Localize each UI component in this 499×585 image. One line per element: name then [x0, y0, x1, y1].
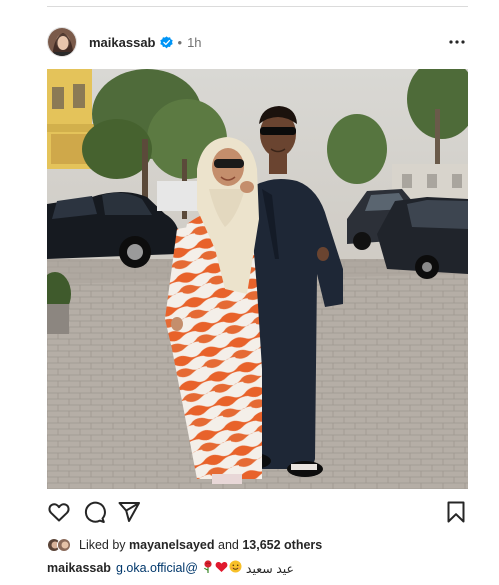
bookmark-icon[interactable]: [444, 500, 468, 524]
post-actions: [47, 500, 468, 524]
liker-avatar: [57, 538, 71, 552]
likes-summary: Liked by mayanelsayed and 13,652 others: [47, 537, 322, 553]
smiling-face-emoji: [229, 560, 242, 576]
caption-mention[interactable]: g.oka.official@: [116, 561, 198, 575]
post-username[interactable]: maikassab: [89, 35, 156, 50]
top-divider: [47, 6, 468, 7]
post-header: maikassab • 1h: [47, 26, 468, 58]
dot-separator: •: [177, 34, 183, 50]
share-icon[interactable]: [117, 500, 141, 524]
liked-by-text[interactable]: Liked by mayanelsayed and 13,652 others: [79, 538, 322, 552]
liked-by-prefix: Liked by: [79, 538, 130, 552]
caption-username[interactable]: maikassab: [47, 561, 111, 575]
more-options-icon[interactable]: [448, 35, 466, 49]
heart-icon[interactable]: [47, 500, 71, 524]
post-caption: maikassab g.oka.official@ عيد سعيد: [47, 560, 294, 576]
liker-avatars: [47, 538, 73, 552]
first-liker-username[interactable]: mayanelsayed: [129, 538, 214, 552]
verified-badge-icon: [159, 35, 173, 49]
post-photo[interactable]: [47, 69, 468, 489]
more-caption-cutoff: [47, 581, 107, 585]
comment-icon[interactable]: [82, 500, 106, 524]
post-time[interactable]: 1h: [187, 35, 201, 50]
profile-avatar[interactable]: [47, 27, 77, 57]
caption-emojis: [202, 560, 242, 576]
rose-emoji: [202, 560, 214, 576]
red-heart-emoji: [215, 561, 228, 576]
caption-text: عيد سعيد: [245, 561, 294, 576]
likes-others-count[interactable]: 13,652 others: [242, 538, 322, 552]
liked-by-middle: and: [214, 538, 243, 552]
